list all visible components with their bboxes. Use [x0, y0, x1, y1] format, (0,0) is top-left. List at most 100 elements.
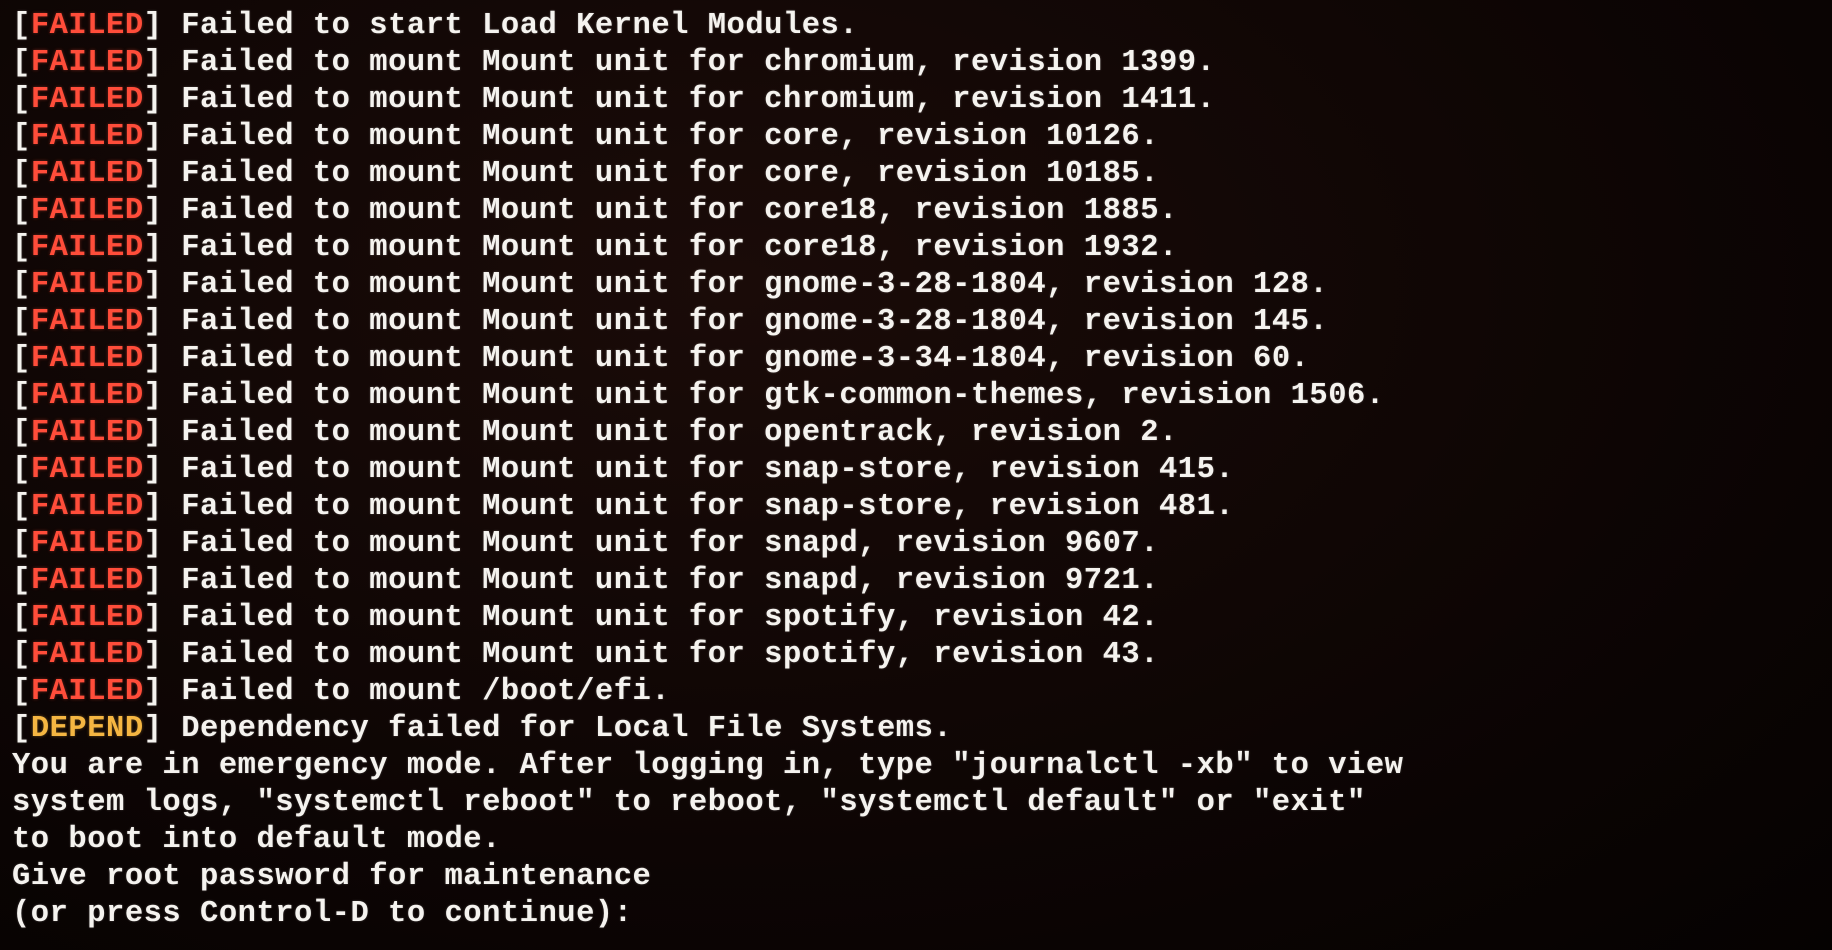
status-line: [FAILED] Failed to mount Mount unit for …	[12, 267, 1820, 304]
status-line: [FAILED] Failed to mount Mount unit for …	[12, 378, 1820, 415]
close-bracket: ]	[144, 231, 182, 265]
status-depend: DEPEND	[31, 712, 144, 746]
close-bracket: ]	[144, 342, 182, 376]
status-failed: FAILED	[31, 527, 144, 561]
password-prompt: Give root password for maintenance	[12, 859, 1820, 896]
boot-terminal: [FAILED] Failed to start Load Kernel Mod…	[0, 0, 1832, 941]
status-failed: FAILED	[31, 379, 144, 413]
status-message: Failed to mount Mount unit for gnome-3-2…	[181, 268, 1328, 302]
open-bracket: [	[12, 231, 31, 265]
close-bracket: ]	[144, 675, 182, 709]
status-message: Failed to mount Mount unit for core18, r…	[181, 194, 1178, 228]
open-bracket: [	[12, 527, 31, 561]
status-message: Failed to mount Mount unit for core, rev…	[181, 120, 1159, 154]
status-message: Failed to mount Mount unit for gtk-commo…	[181, 379, 1384, 413]
close-bracket: ]	[144, 601, 182, 635]
close-bracket: ]	[144, 416, 182, 450]
open-bracket: [	[12, 305, 31, 339]
status-failed: FAILED	[31, 268, 144, 302]
status-failed: FAILED	[31, 120, 144, 154]
open-bracket: [	[12, 675, 31, 709]
status-message: Failed to mount Mount unit for spotify, …	[181, 638, 1159, 672]
status-failed: FAILED	[31, 83, 144, 117]
status-failed: FAILED	[31, 46, 144, 80]
emergency-text: You are in emergency mode. After logging…	[12, 748, 1820, 785]
open-bracket: [	[12, 379, 31, 413]
continue-hint[interactable]: (or press Control-D to continue):	[12, 896, 1820, 933]
status-line: [FAILED] Failed to mount Mount unit for …	[12, 489, 1820, 526]
close-bracket: ]	[144, 268, 182, 302]
status-failed: FAILED	[31, 601, 144, 635]
status-line: [FAILED] Failed to mount Mount unit for …	[12, 193, 1820, 230]
open-bracket: [	[12, 453, 31, 487]
status-message: Dependency failed for Local File Systems…	[181, 712, 952, 746]
status-failed: FAILED	[31, 416, 144, 450]
status-message: Failed to mount Mount unit for core, rev…	[181, 157, 1159, 191]
status-line: [FAILED] Failed to mount Mount unit for …	[12, 637, 1820, 674]
status-line: [FAILED] Failed to mount Mount unit for …	[12, 600, 1820, 637]
status-failed: FAILED	[31, 675, 144, 709]
status-failed: FAILED	[31, 231, 144, 265]
close-bracket: ]	[144, 527, 182, 561]
open-bracket: [	[12, 712, 31, 746]
status-message: Failed to mount Mount unit for core18, r…	[181, 231, 1178, 265]
open-bracket: [	[12, 9, 31, 43]
emergency-text: system logs, "systemctl reboot" to reboo…	[12, 785, 1820, 822]
status-line: [FAILED] Failed to mount /boot/efi.	[12, 674, 1820, 711]
status-failed: FAILED	[31, 194, 144, 228]
close-bracket: ]	[144, 120, 182, 154]
open-bracket: [	[12, 46, 31, 80]
status-line: [FAILED] Failed to mount Mount unit for …	[12, 304, 1820, 341]
open-bracket: [	[12, 490, 31, 524]
emergency-text: to boot into default mode.	[12, 822, 1820, 859]
status-line: [DEPEND] Dependency failed for Local Fil…	[12, 711, 1820, 748]
status-failed: FAILED	[31, 453, 144, 487]
status-failed: FAILED	[31, 490, 144, 524]
status-message: Failed to mount /boot/efi.	[181, 675, 670, 709]
open-bracket: [	[12, 638, 31, 672]
open-bracket: [	[12, 268, 31, 302]
status-line: [FAILED] Failed to start Load Kernel Mod…	[12, 8, 1820, 45]
status-message: Failed to mount Mount unit for opentrack…	[181, 416, 1178, 450]
open-bracket: [	[12, 194, 31, 228]
close-bracket: ]	[144, 453, 182, 487]
status-failed: FAILED	[31, 638, 144, 672]
open-bracket: [	[12, 416, 31, 450]
status-message: Failed to mount Mount unit for snapd, re…	[181, 564, 1159, 598]
open-bracket: [	[12, 120, 31, 154]
status-message: Failed to mount Mount unit for snapd, re…	[181, 527, 1159, 561]
status-message: Failed to mount Mount unit for snap-stor…	[181, 453, 1234, 487]
status-line: [FAILED] Failed to mount Mount unit for …	[12, 563, 1820, 600]
status-failed: FAILED	[31, 342, 144, 376]
open-bracket: [	[12, 342, 31, 376]
close-bracket: ]	[144, 305, 182, 339]
open-bracket: [	[12, 601, 31, 635]
status-line: [FAILED] Failed to mount Mount unit for …	[12, 45, 1820, 82]
status-message: Failed to mount Mount unit for gnome-3-3…	[181, 342, 1309, 376]
status-message: Failed to mount Mount unit for spotify, …	[181, 601, 1159, 635]
status-failed: FAILED	[31, 157, 144, 191]
status-failed: FAILED	[31, 9, 144, 43]
status-line: [FAILED] Failed to mount Mount unit for …	[12, 452, 1820, 489]
close-bracket: ]	[144, 9, 182, 43]
status-line: [FAILED] Failed to mount Mount unit for …	[12, 526, 1820, 563]
status-message: Failed to mount Mount unit for chromium,…	[181, 46, 1215, 80]
status-line: [FAILED] Failed to mount Mount unit for …	[12, 119, 1820, 156]
status-line: [FAILED] Failed to mount Mount unit for …	[12, 82, 1820, 119]
status-failed: FAILED	[31, 564, 144, 598]
close-bracket: ]	[144, 46, 182, 80]
close-bracket: ]	[144, 564, 182, 598]
status-line: [FAILED] Failed to mount Mount unit for …	[12, 341, 1820, 378]
close-bracket: ]	[144, 194, 182, 228]
close-bracket: ]	[144, 712, 182, 746]
close-bracket: ]	[144, 379, 182, 413]
close-bracket: ]	[144, 638, 182, 672]
open-bracket: [	[12, 564, 31, 598]
status-line: [FAILED] Failed to mount Mount unit for …	[12, 415, 1820, 452]
status-line: [FAILED] Failed to mount Mount unit for …	[12, 156, 1820, 193]
status-line: [FAILED] Failed to mount Mount unit for …	[12, 230, 1820, 267]
close-bracket: ]	[144, 83, 182, 117]
close-bracket: ]	[144, 157, 182, 191]
open-bracket: [	[12, 157, 31, 191]
close-bracket: ]	[144, 490, 182, 524]
